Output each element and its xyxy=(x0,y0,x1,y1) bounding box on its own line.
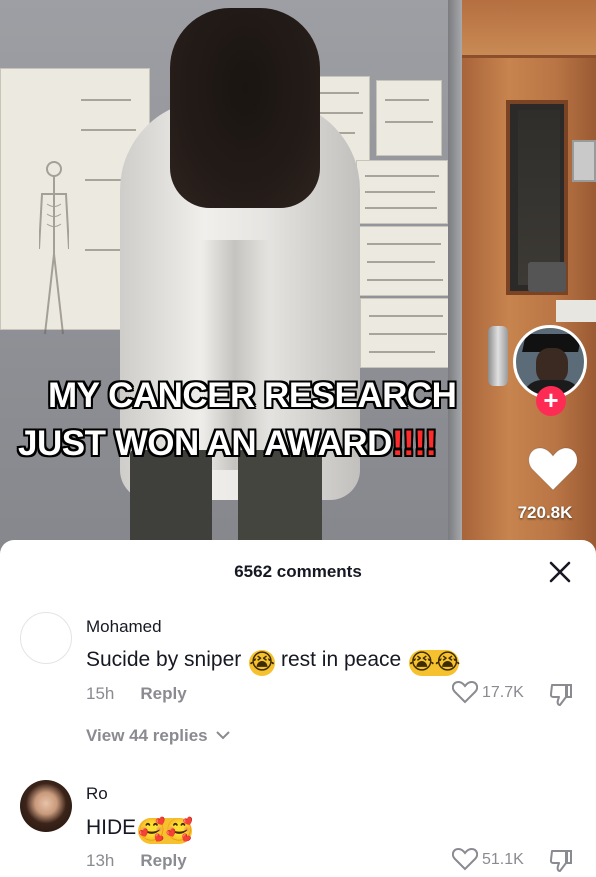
door-frame xyxy=(462,0,596,58)
follow-plus-icon[interactable]: + xyxy=(536,386,566,416)
dislike-icon[interactable] xyxy=(548,848,574,874)
video-player[interactable]: MY CANCER RESEARCH JUST WON AN AWARD!!!!… xyxy=(0,0,596,560)
caption-emphasis: !!!! xyxy=(391,424,437,463)
comments-panel: 6562 comments Mohamed Sucide by sniper 😭… xyxy=(0,540,596,877)
research-poster xyxy=(358,226,452,296)
crying-emoji: 😭😭 xyxy=(409,650,461,676)
like-count: 720.8K xyxy=(517,503,573,522)
video-caption-line1: MY CANCER RESEARCH xyxy=(48,376,457,415)
person-hair xyxy=(170,8,320,208)
view-replies-button[interactable]: View 44 replies xyxy=(86,726,231,746)
comment-text: Sucide by sniper 😭 rest in peace 😭😭 xyxy=(86,648,461,676)
comment-meta: 13h Reply xyxy=(86,851,187,871)
heart-outline-icon xyxy=(452,847,478,871)
close-icon[interactable] xyxy=(548,560,572,584)
comment-like-button[interactable]: 17.7K xyxy=(452,680,552,706)
door-paper xyxy=(556,300,596,322)
research-poster xyxy=(356,160,448,224)
research-poster xyxy=(376,80,442,156)
comment-like-count: 17.7K xyxy=(482,684,524,701)
comment-text: HIDE🥰🥰 xyxy=(86,816,193,844)
crying-emoji: 😭 xyxy=(249,650,276,676)
creator-face xyxy=(536,348,568,384)
comment-like-count: 51.1K xyxy=(482,851,524,868)
skeleton-illustration xyxy=(39,161,69,335)
heart-icon[interactable] xyxy=(527,446,579,492)
reply-button[interactable]: Reply xyxy=(140,684,186,703)
avatar[interactable] xyxy=(20,780,72,832)
research-poster xyxy=(360,298,456,368)
comments-count: 6562 comments xyxy=(234,562,362,581)
reply-button[interactable]: Reply xyxy=(140,851,186,870)
avatar[interactable] xyxy=(20,612,72,664)
comment-username[interactable]: Ro xyxy=(86,784,108,804)
heart-outline-icon xyxy=(452,680,478,704)
comment-like-button[interactable]: 51.1K xyxy=(452,847,552,873)
dislike-icon[interactable] xyxy=(548,682,574,708)
comment-time: 15h xyxy=(86,684,115,703)
comment-username[interactable]: Mohamed xyxy=(86,617,162,637)
door-plate xyxy=(572,140,596,182)
smiling-hearts-emoji: 🥰🥰 xyxy=(138,818,193,844)
door-sign xyxy=(528,262,566,292)
chevron-down-icon xyxy=(216,726,231,745)
video-caption-line2: JUST WON AN AWARD!!!! xyxy=(18,424,437,463)
comment-time: 13h xyxy=(86,851,115,870)
comment-meta: 15h Reply xyxy=(86,684,187,704)
